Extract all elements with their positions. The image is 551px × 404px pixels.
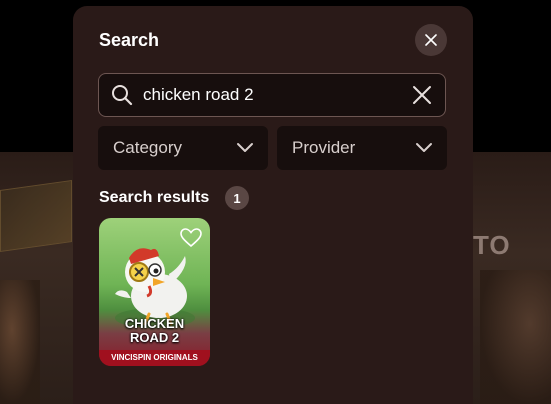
close-button[interactable] xyxy=(415,24,447,56)
game-title: CHICKEN ROAD 2 xyxy=(99,317,210,345)
search-icon xyxy=(111,84,133,106)
chevron-down-icon xyxy=(236,142,254,154)
results-count-badge: 1 xyxy=(225,186,249,210)
close-icon xyxy=(425,34,437,46)
provider-dropdown[interactable]: Provider xyxy=(277,126,447,170)
game-card-chicken-road-2[interactable]: CHICKEN ROAD 2 VINCISPIN ORIGINALS xyxy=(99,218,210,366)
background-figure-left xyxy=(0,280,40,404)
search-input[interactable] xyxy=(143,85,411,105)
search-modal: Search Category Provider Searc xyxy=(73,6,473,404)
category-dropdown[interactable]: Category xyxy=(98,126,268,170)
background-banner-text: TO xyxy=(473,230,511,260)
favorite-heart-icon[interactable] xyxy=(180,228,202,248)
clear-search-icon[interactable] xyxy=(411,84,433,106)
search-field[interactable] xyxy=(98,73,446,117)
modal-title: Search xyxy=(99,30,160,50)
game-title-line2: ROAD 2 xyxy=(129,330,180,345)
chevron-down-icon xyxy=(415,142,433,154)
chicken-game-artwork xyxy=(115,248,195,328)
game-title-line1: CHICKEN xyxy=(124,316,185,331)
background-playing-card xyxy=(0,179,72,253)
game-provider-banner: VINCISPIN ORIGINALS xyxy=(99,350,210,366)
background-figure-right xyxy=(480,270,551,404)
category-dropdown-label: Category xyxy=(113,138,182,157)
provider-dropdown-label: Provider xyxy=(292,138,356,157)
search-results-label: Search results xyxy=(99,189,210,206)
